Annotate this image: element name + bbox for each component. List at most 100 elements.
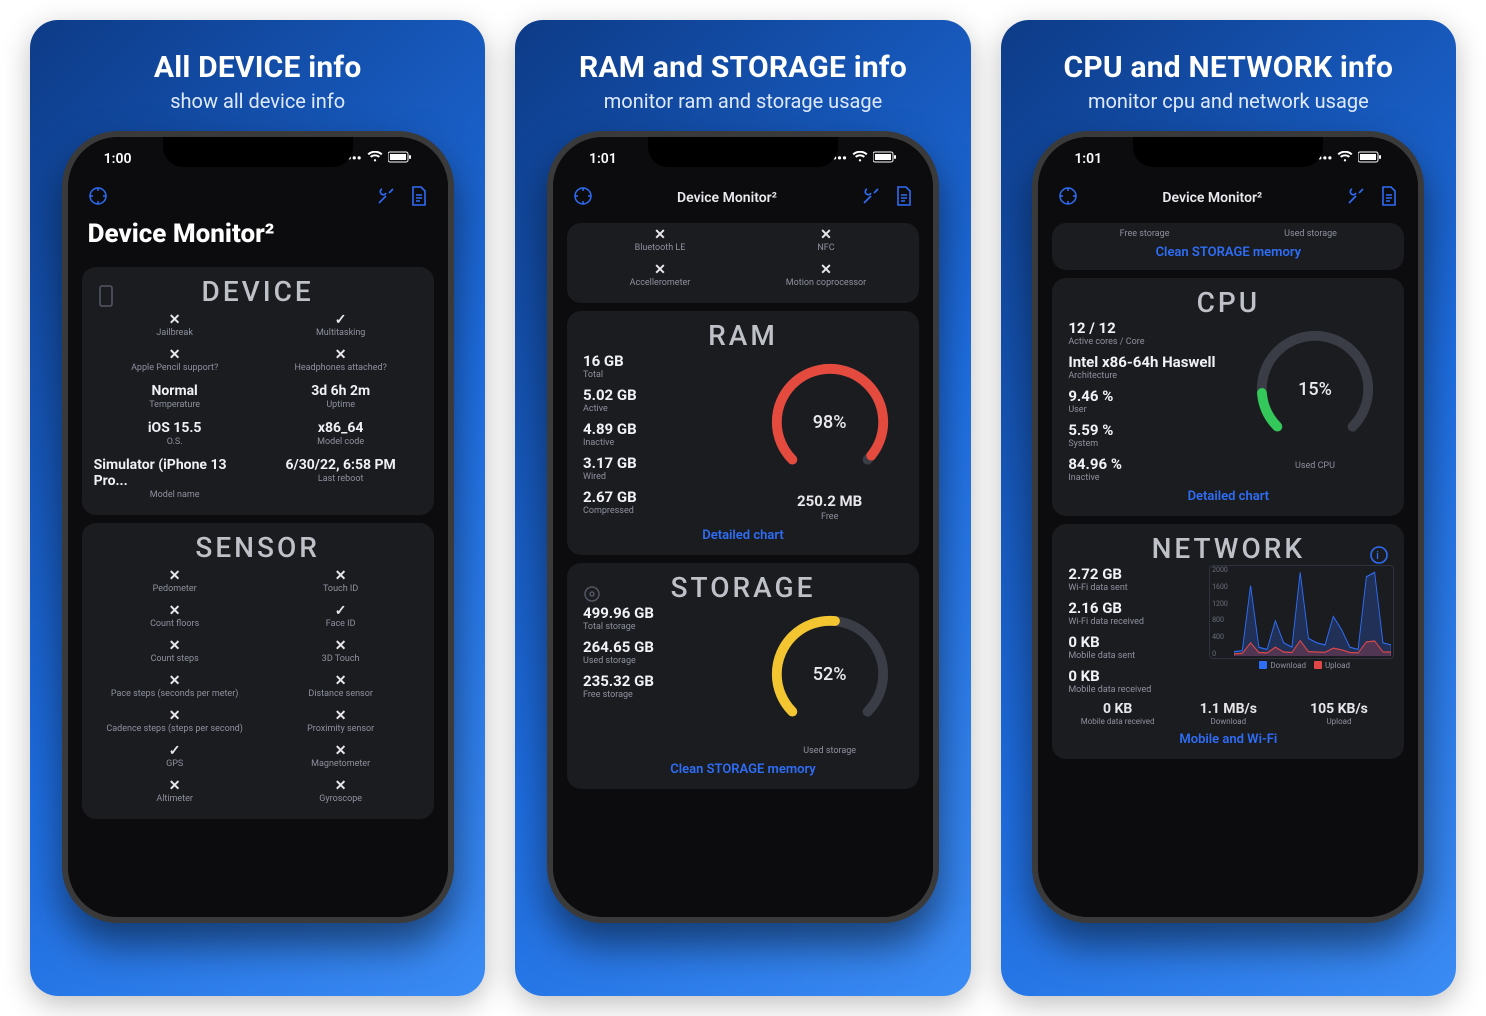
stat-value: 4.89 GB — [583, 420, 742, 438]
label: Multitasking — [316, 328, 365, 338]
ram-card: RAM 16 GBTotal5.02 GBActive4.89 GBInacti… — [567, 311, 919, 555]
stat-row: 5.59 %System — [1068, 421, 1227, 449]
cpu-gauge-wrap: 15% Used CPU — [1236, 319, 1395, 471]
cross-icon: ✕ — [335, 744, 347, 758]
stat-label: Used storage — [583, 656, 742, 666]
network-detail-link[interactable]: Mobile and Wi-Fi — [1062, 726, 1394, 749]
document-icon[interactable] — [895, 186, 913, 210]
cross-icon: ✕ — [335, 569, 347, 583]
cross-icon: ✕ — [820, 263, 832, 277]
storage-gauge: 52% — [760, 604, 900, 744]
stat-label: Total storage — [583, 622, 742, 632]
phone-frame: 1:01 •••• Device Monitor² — [1032, 131, 1424, 923]
status-icons: •••• — [1312, 151, 1382, 167]
stat-label: Mobile data sent — [1068, 651, 1201, 661]
settings-icon[interactable] — [88, 186, 108, 210]
cpu-detail-link[interactable]: Detailed chart — [1062, 483, 1394, 506]
cpu-card: CPU 12 / 12Active cores / CoreIntel x86-… — [1052, 278, 1404, 516]
stat-row: 2.72 GBWi-Fi data sent — [1068, 565, 1201, 593]
network-bottom-row: 0 KBMobile data received1.1 MB/sDownload… — [1062, 701, 1394, 726]
stat-value: 0 KB — [1068, 633, 1201, 651]
cross-icon: ✕ — [169, 313, 181, 327]
label: Gyroscope — [319, 794, 362, 804]
tools-icon[interactable] — [861, 186, 881, 210]
stat-value: 9.46 % — [1068, 387, 1227, 405]
stat-row: 2.67 GBCompressed — [583, 488, 742, 516]
info-cell: ✕Gyroscope — [258, 774, 424, 809]
screenshot-card-1: All DEVICE info show all device info 1:0… — [30, 20, 485, 996]
stat-value: 16 GB — [583, 352, 742, 370]
cross-icon: ✕ — [335, 779, 347, 793]
stat-value: 5.59 % — [1068, 421, 1227, 439]
stat-value: 2.67 GB — [583, 488, 742, 506]
chart-legend: Download Upload — [1209, 661, 1394, 670]
info-cell: ✕Count steps — [92, 634, 258, 669]
label: Accellerometer — [630, 278, 691, 288]
sensor-tail-grid: ✕Bluetooth LE✕NFC✕Accellerometer✕Motion … — [577, 223, 909, 293]
storage-clean-link[interactable]: Clean STORAGE memory — [577, 756, 909, 779]
info-cell: ✕NFC — [743, 223, 909, 258]
sensor-tail-card: ✕Bluetooth LE✕NFC✕Accellerometer✕Motion … — [567, 223, 919, 303]
card-header: STORAGE — [577, 571, 909, 604]
stat-row: 12 / 12Active cores / Core — [1068, 319, 1227, 347]
ram-detail-link[interactable]: Detailed chart — [577, 522, 909, 545]
document-icon[interactable] — [1380, 186, 1398, 210]
page-title: Device Monitor² — [78, 215, 438, 259]
tools-icon[interactable] — [1346, 186, 1366, 210]
tools-icon[interactable] — [376, 186, 396, 210]
app-toolbar: Device Monitor² — [563, 181, 923, 215]
phone-notch — [1133, 137, 1323, 167]
cpu-gauge: 15% — [1245, 319, 1385, 459]
cross-icon: ✕ — [654, 263, 666, 277]
settings-icon[interactable] — [1058, 186, 1078, 210]
label: NFC — [817, 243, 834, 253]
stat-row: 84.96 %Inactive — [1068, 455, 1227, 483]
stat-value: 264.65 GB — [583, 638, 742, 656]
cross-icon: ✕ — [820, 228, 832, 242]
phone-notch — [648, 137, 838, 167]
storage-gauge-label: Used storage — [803, 746, 856, 756]
wifi-icon — [1337, 151, 1353, 167]
cross-icon: ✕ — [169, 674, 181, 688]
cross-icon: ✕ — [654, 228, 666, 242]
label: Altimeter — [156, 794, 193, 804]
stat-row: 0 KBMobile data sent — [1068, 633, 1201, 661]
card-subtitle: monitor ram and storage usage — [604, 89, 882, 113]
phone-frame: 1:01 •••• Device Monitor² — [547, 131, 939, 923]
settings-icon[interactable] — [573, 186, 593, 210]
battery-icon — [873, 151, 897, 167]
info-cell: ✕Accellerometer — [577, 258, 743, 293]
phone-screen: 1:00 •••• — [68, 137, 448, 917]
status-time: 1:00 — [104, 151, 132, 167]
stat-value: 235.32 GB — [583, 672, 742, 690]
network-sparkline: 2000160012008004000 — [1209, 565, 1394, 659]
phone-frame: 1:00 •••• — [62, 131, 454, 923]
info-cell: ✕Motion coprocessor — [743, 258, 909, 293]
card-subtitle: monitor cpu and network usage — [1088, 89, 1369, 113]
storage-clean-link[interactable]: Clean STORAGE memory — [1062, 239, 1394, 262]
value: Normal — [152, 383, 198, 399]
cross-icon: ✕ — [335, 674, 347, 688]
card-header: RAM — [577, 319, 909, 352]
ram-free-label: Free — [797, 512, 862, 522]
stat-value: 3.17 GB — [583, 454, 742, 472]
check-icon: ✓ — [169, 744, 181, 758]
network-chart: 2000160012008004000 Download Upload — [1209, 565, 1394, 670]
stat-row: Intel x86-64h HaswellArchitecture — [1068, 353, 1227, 381]
ram-free: 250.2 MB — [797, 492, 862, 510]
screenshot-card-3: CPU and NETWORK info monitor cpu and net… — [1001, 20, 1456, 996]
net-metric: 1.1 MB/sDownload — [1173, 701, 1284, 726]
cpu-pct: 15% — [1245, 319, 1385, 459]
label: Motion coprocessor — [786, 278, 866, 288]
stat-row: 16 GBTotal — [583, 352, 742, 380]
label: Proximity sensor — [307, 724, 374, 734]
stat-value: Intel x86-64h Haswell — [1068, 353, 1227, 371]
info-cell: 3d 6h 2mUptime — [258, 378, 424, 415]
info-cell: ✕Touch ID — [258, 564, 424, 599]
stat-label: Active — [583, 404, 742, 414]
document-icon[interactable] — [410, 186, 428, 210]
network-stats: 2.72 GBWi-Fi data sent2.16 GBWi-Fi data … — [1062, 565, 1201, 695]
stat-label: Free storage — [583, 690, 742, 700]
stat-label: System — [1068, 439, 1227, 449]
label: Bluetooth LE — [635, 243, 686, 253]
